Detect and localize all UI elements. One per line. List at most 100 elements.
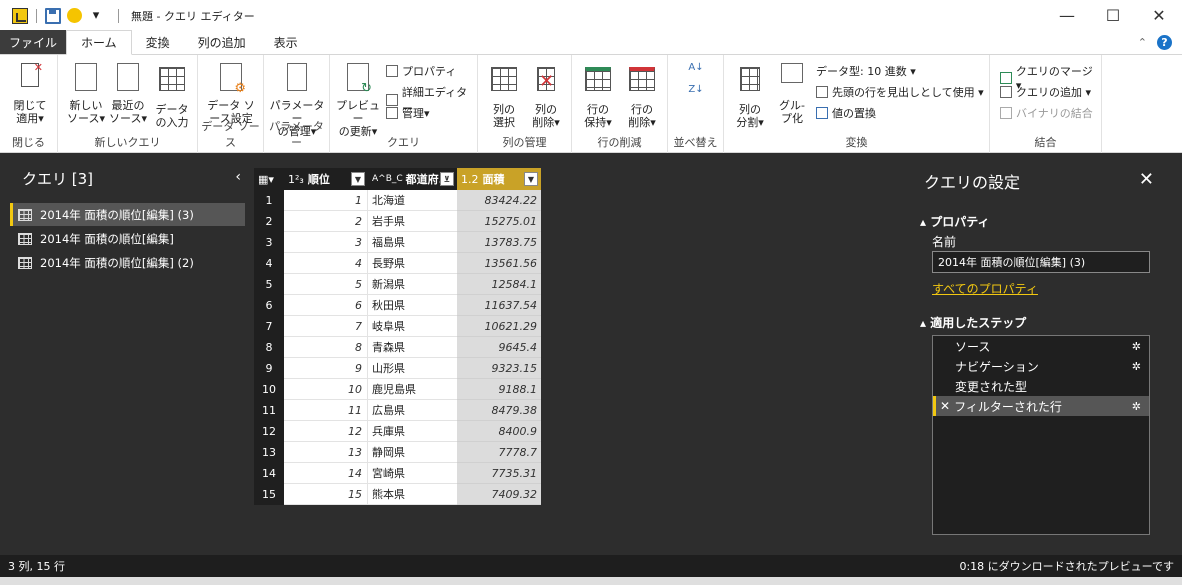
cell-rank[interactable]: 10	[284, 379, 368, 400]
cell-rank[interactable]: 6	[284, 295, 368, 316]
table-menu-icon[interactable]: ▦▾	[254, 168, 284, 190]
data-source-settings-button[interactable]: ⚙ データ ソ ース設定	[204, 61, 258, 125]
file-menu[interactable]: ファイル	[0, 30, 66, 54]
table-row[interactable]: 9 9 山形県 9323.15	[254, 358, 541, 379]
cell-area[interactable]: 8479.38	[457, 400, 541, 421]
gear-icon[interactable]: ✲	[1132, 360, 1141, 373]
row-number[interactable]: 4	[254, 253, 284, 274]
sort-descending-button[interactable]: Z↓	[686, 83, 706, 96]
table-row[interactable]: 11 11 広島県 8479.38	[254, 400, 541, 421]
table-row[interactable]: 2 2 岩手県 15275.01	[254, 211, 541, 232]
combine-binaries-button[interactable]: バイナリの結合	[1000, 105, 1093, 121]
tab-transform[interactable]: 変換	[132, 30, 184, 54]
cell-rank[interactable]: 11	[284, 400, 368, 421]
cell-rank[interactable]: 8	[284, 337, 368, 358]
cell-prefecture[interactable]: 岩手県	[368, 211, 457, 232]
cell-prefecture[interactable]: 静岡県	[368, 442, 457, 463]
cell-prefecture[interactable]: 長野県	[368, 253, 457, 274]
group-by-button[interactable]: グル- プ化	[772, 61, 812, 125]
cell-rank[interactable]: 14	[284, 463, 368, 484]
cell-rank[interactable]: 1	[284, 190, 368, 211]
cell-rank[interactable]: 13	[284, 442, 368, 463]
new-source-button[interactable]: 新しい ソース▾	[66, 61, 106, 125]
row-number[interactable]: 8	[254, 337, 284, 358]
cell-prefecture[interactable]: 鹿児島県	[368, 379, 457, 400]
row-number[interactable]: 13	[254, 442, 284, 463]
cell-area[interactable]: 9323.15	[457, 358, 541, 379]
cell-area[interactable]: 7409.32	[457, 484, 541, 505]
table-row[interactable]: 10 10 鹿児島県 9188.1	[254, 379, 541, 400]
split-column-button[interactable]: 列の 分割▾	[730, 61, 770, 129]
cell-rank[interactable]: 5	[284, 274, 368, 295]
row-number[interactable]: 12	[254, 421, 284, 442]
row-number[interactable]: 15	[254, 484, 284, 505]
cell-prefecture[interactable]: 福島県	[368, 232, 457, 253]
delete-step-icon[interactable]: ✕	[940, 399, 950, 413]
remove-rows-button[interactable]: 行の 削除▾	[622, 61, 662, 129]
row-number[interactable]: 1	[254, 190, 284, 211]
cell-area[interactable]: 9645.4	[457, 337, 541, 358]
close-window-button[interactable]: ✕	[1136, 0, 1182, 31]
all-properties-link[interactable]: すべてのプロパティ	[932, 280, 1038, 297]
row-number[interactable]: 5	[254, 274, 284, 295]
tab-home[interactable]: ホーム	[66, 30, 132, 55]
row-number[interactable]: 7	[254, 316, 284, 337]
cell-prefecture[interactable]: 兵庫県	[368, 421, 457, 442]
cell-prefecture[interactable]: 岐阜県	[368, 316, 457, 337]
cell-area[interactable]: 83424.22	[457, 190, 541, 211]
table-row[interactable]: 1 1 北海道 83424.22	[254, 190, 541, 211]
gear-icon[interactable]: ✲	[1132, 340, 1141, 353]
column-header-area[interactable]: 1.2 面積 ▼	[457, 168, 541, 190]
row-number[interactable]: 14	[254, 463, 284, 484]
column-header-prefecture[interactable]: A^B_C 都道府... ⊻	[368, 168, 457, 190]
table-row[interactable]: 5 5 新潟県 12584.1	[254, 274, 541, 295]
feedback-smile-icon[interactable]	[67, 8, 82, 23]
cell-rank[interactable]: 12	[284, 421, 368, 442]
cell-area[interactable]: 11637.54	[457, 295, 541, 316]
tab-view[interactable]: 表示	[260, 30, 312, 54]
row-number[interactable]: 2	[254, 211, 284, 232]
cell-rank[interactable]: 2	[284, 211, 368, 232]
cell-rank[interactable]: 9	[284, 358, 368, 379]
help-icon[interactable]: ?	[1157, 35, 1172, 50]
row-number[interactable]: 10	[254, 379, 284, 400]
properties-button[interactable]: プロパティ	[386, 63, 456, 79]
query-item-2[interactable]: 2014年 面積の順位[編集] (2)	[10, 251, 245, 274]
append-queries-button[interactable]: クエリの追加 ▾	[1000, 84, 1091, 100]
manage-query-button[interactable]: 管理▾	[386, 105, 430, 121]
filter-dropdown-icon[interactable]: ▼	[351, 172, 365, 186]
maximize-button[interactable]: ☐	[1090, 0, 1136, 31]
cell-area[interactable]: 7735.31	[457, 463, 541, 484]
table-row[interactable]: 6 6 秋田県 11637.54	[254, 295, 541, 316]
keep-rows-button[interactable]: 行の 保持▾	[578, 61, 618, 129]
cell-prefecture[interactable]: 広島県	[368, 400, 457, 421]
cell-prefecture[interactable]: 秋田県	[368, 295, 457, 316]
cell-prefecture[interactable]: 山形県	[368, 358, 457, 379]
cell-rank[interactable]: 3	[284, 232, 368, 253]
sort-ascending-button[interactable]: A↓	[686, 61, 706, 74]
filter-applied-icon[interactable]: ⊻	[440, 172, 454, 186]
properties-section-header[interactable]: ▴ プロパティ	[920, 213, 989, 230]
remove-columns-button[interactable]: ✕ 列の 削除▾	[526, 61, 566, 129]
step-source[interactable]: ソース ✲	[933, 336, 1149, 356]
table-row[interactable]: 4 4 長野県 13561.56	[254, 253, 541, 274]
query-item-1[interactable]: 2014年 面積の順位[編集]	[10, 227, 245, 250]
tab-add-column[interactable]: 列の追加	[184, 30, 260, 54]
cell-prefecture[interactable]: 熊本県	[368, 484, 457, 505]
cell-area[interactable]: 12584.1	[457, 274, 541, 295]
row-number[interactable]: 11	[254, 400, 284, 421]
recent-sources-button[interactable]: 最近の ソース▾	[108, 61, 148, 125]
refresh-preview-button[interactable]: ↻ プレビュー の更新▾	[334, 61, 382, 138]
replace-values-button[interactable]: 値の置換	[816, 105, 876, 121]
collapse-ribbon-icon[interactable]: ⌃	[1138, 36, 1147, 49]
close-pane-icon[interactable]: ✕	[1139, 169, 1154, 190]
cell-area[interactable]: 13783.75	[457, 232, 541, 253]
cell-rank[interactable]: 4	[284, 253, 368, 274]
filter-dropdown-icon[interactable]: ▼	[524, 172, 538, 186]
row-number[interactable]: 6	[254, 295, 284, 316]
minimize-button[interactable]: —	[1044, 0, 1090, 31]
column-header-rank[interactable]: 1²₃ 順位 ▼	[284, 168, 368, 190]
gear-icon[interactable]: ✲	[1132, 400, 1141, 413]
save-icon[interactable]	[45, 7, 61, 24]
table-row[interactable]: 8 8 青森県 9645.4	[254, 337, 541, 358]
